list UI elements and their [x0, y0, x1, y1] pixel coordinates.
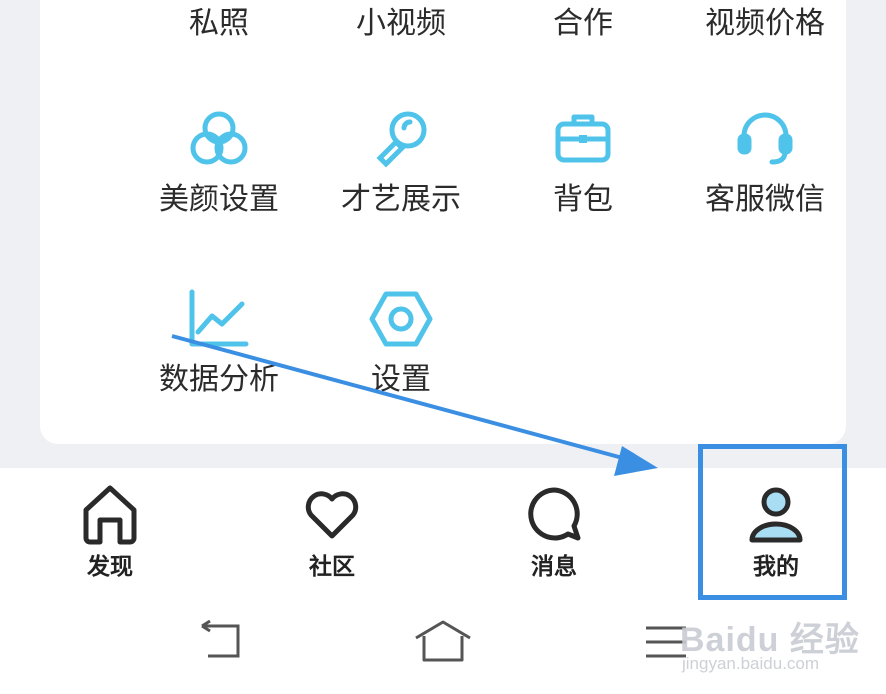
grid-item-label: 视频价格 [705, 6, 825, 41]
magnifier-icon [376, 111, 427, 168]
beauty-circles-icon [190, 111, 248, 165]
tab-label: 消息 [531, 554, 577, 580]
tab-label: 社区 [309, 554, 355, 580]
bottom-tab-bar: 发现 社区 消息 我的 [0, 468, 886, 600]
user-icon [749, 487, 803, 543]
hex-nut-icon [369, 291, 433, 347]
grid-item-label: 才艺展示 [341, 182, 461, 217]
grid-item-settings[interactable]: 设置 [310, 286, 492, 400]
grid-item-customer-service-wechat[interactable]: 客服微信 [674, 106, 856, 220]
grid-item-label: 合作 [553, 6, 613, 41]
tab-discover[interactable]: 发现 [10, 468, 210, 600]
tab-messages[interactable]: 消息 [454, 468, 654, 600]
grid-item-label: 设置 [371, 362, 431, 397]
grid-item-short-video[interactable]: 小视频 [310, 4, 492, 44]
grid-item-label: 小视频 [356, 6, 446, 41]
line-chart-icon [189, 289, 249, 347]
tab-mine[interactable]: 我的 [676, 468, 876, 600]
grid-item-label: 数据分析 [159, 362, 279, 397]
grid-item-backpack[interactable]: 背包 [492, 106, 674, 220]
grid-item-private-photo[interactable]: 私照 [128, 4, 310, 44]
home-nav-icon[interactable] [412, 618, 474, 666]
grid-item-video-price[interactable]: 视频价格 [674, 4, 856, 44]
watermark-url: jingyan.baidu.com [682, 654, 820, 673]
grid-item-talent-show[interactable]: 才艺展示 [310, 106, 492, 220]
tab-community[interactable]: 社区 [232, 468, 432, 600]
feature-panel: 私照 小视频 合作 视频价格 美颜设置 才艺展示 背包 客服微信 数据分析 设置 [40, 0, 846, 444]
grid-item-label: 客服微信 [705, 182, 825, 217]
grid-item-label: 美颜设置 [159, 182, 279, 217]
baidu-jingyan-watermark: Baidu 经验 jingyan.baidu.com [680, 604, 870, 688]
grid-item-data-analysis[interactable]: 数据分析 [128, 286, 310, 400]
grid-item-cooperation[interactable]: 合作 [492, 4, 674, 44]
chat-bubble-icon [528, 487, 581, 541]
heart-icon [305, 491, 359, 539]
grid-item-label: 背包 [553, 182, 613, 217]
tab-label: 发现 [87, 554, 133, 580]
grid-item-beauty-settings[interactable]: 美颜设置 [128, 106, 310, 220]
headset-icon [737, 112, 793, 165]
tab-label: 我的 [753, 554, 799, 580]
home-icon [83, 485, 137, 545]
grid-item-label: 私照 [189, 6, 249, 41]
back-icon[interactable] [198, 618, 244, 662]
briefcase-icon [555, 114, 611, 163]
